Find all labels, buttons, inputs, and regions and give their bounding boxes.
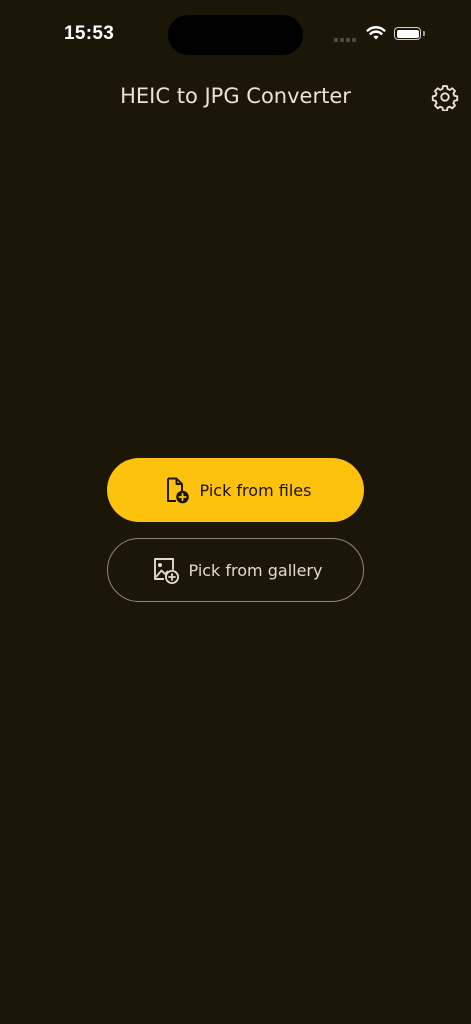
- battery-icon: [394, 27, 421, 40]
- pick-from-gallery-button[interactable]: Pick from gallery: [107, 538, 364, 602]
- pick-from-gallery-label: Pick from gallery: [188, 560, 323, 580]
- cellular-signal-icon: [334, 38, 356, 42]
- settings-button[interactable]: [429, 81, 461, 113]
- wifi-icon: [366, 26, 386, 40]
- image-add-icon: [149, 554, 181, 586]
- status-time: 15:53: [64, 23, 115, 44]
- battery-tip: [423, 31, 425, 36]
- dynamic-island: [168, 15, 303, 55]
- file-add-icon: [160, 474, 192, 506]
- pick-from-files-label: Pick from files: [199, 480, 312, 500]
- status-bar: 15:53: [0, 0, 471, 70]
- pick-from-files-button[interactable]: Pick from files: [107, 458, 364, 522]
- gear-icon: [431, 85, 459, 111]
- page-title: HEIC to JPG Converter: [120, 84, 351, 108]
